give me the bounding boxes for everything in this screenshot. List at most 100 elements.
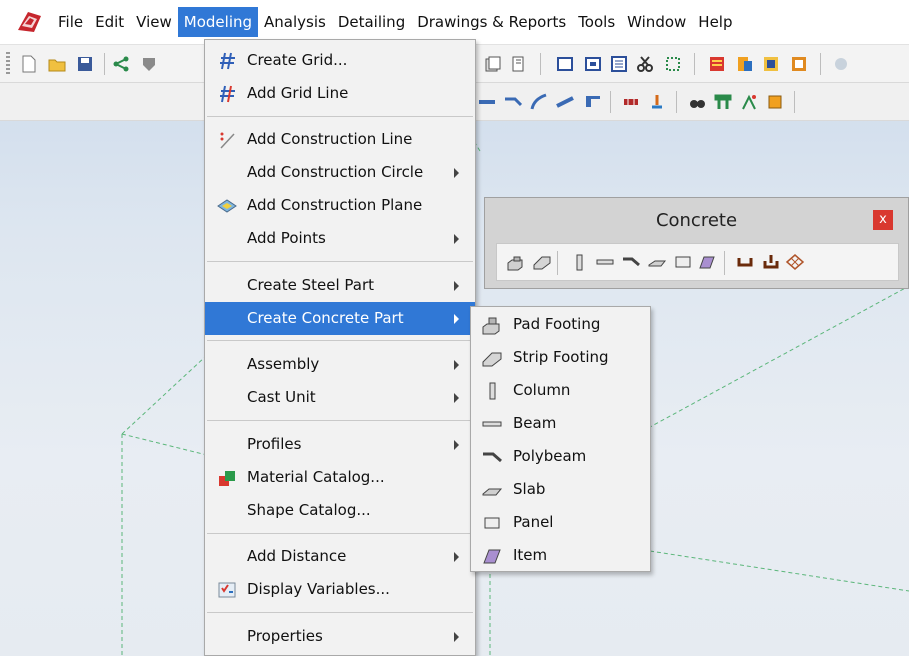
analysis-icon[interactable] <box>740 93 758 111</box>
slab-icon <box>482 488 503 496</box>
menu-item-add-construction-circle[interactable]: Add Construction Circle <box>205 156 475 189</box>
menu-modeling[interactable]: Modeling <box>177 7 259 37</box>
menu-item-create-steel-part[interactable]: Create Steel Part <box>205 269 475 302</box>
curved-beam-icon[interactable] <box>530 93 548 111</box>
submenu-arrow-icon <box>454 314 459 324</box>
menu-item-add-points[interactable]: Add Points <box>205 222 475 255</box>
menu-item-label: Add Construction Plane <box>247 196 423 214</box>
cut-icon[interactable] <box>636 55 654 73</box>
report-icon[interactable] <box>708 55 726 73</box>
template-icon[interactable] <box>762 55 780 73</box>
construction-line-icon <box>220 132 235 149</box>
toolbar-separator <box>820 53 821 75</box>
dialog-icon[interactable] <box>584 55 602 73</box>
open-folder-icon[interactable] <box>48 55 66 73</box>
drawing-icon[interactable] <box>510 55 528 73</box>
toolbar-grip[interactable] <box>6 52 10 76</box>
u-profile-icon[interactable] <box>735 253 755 271</box>
structure-icon[interactable] <box>714 93 732 111</box>
column-icon <box>489 382 496 400</box>
menu-item-properties[interactable]: Properties <box>205 620 475 653</box>
reinforcement-mesh-icon[interactable] <box>785 253 805 271</box>
beam-icon[interactable] <box>595 253 615 271</box>
menu-item-create-grid[interactable]: Create Grid... <box>205 44 475 77</box>
steel-beam-icon[interactable] <box>478 93 496 111</box>
submenu-item-label: Item <box>513 546 548 564</box>
copy-view-icon[interactable] <box>484 55 502 73</box>
twin-profile-icon[interactable] <box>584 93 602 111</box>
submenu-arrow-icon <box>454 440 459 450</box>
menu-item-label: Profiles <box>247 435 302 453</box>
menu-item-label: Properties <box>247 627 323 645</box>
submenu-item-beam[interactable]: Beam <box>471 407 650 440</box>
menu-drawings-reports[interactable]: Drawings & Reports <box>411 7 572 37</box>
publish-icon[interactable] <box>736 55 754 73</box>
share-icon[interactable] <box>112 55 130 73</box>
submenu-item-label: Panel <box>513 513 554 531</box>
menu-item-assembly[interactable]: Assembly <box>205 348 475 381</box>
menu-item-shape-catalog[interactable]: Shape Catalog... <box>205 494 475 527</box>
submenu-arrow-icon <box>454 360 459 370</box>
menu-view[interactable]: View <box>130 7 178 37</box>
submenu-item-item[interactable]: Item <box>471 539 650 572</box>
menu-help[interactable]: Help <box>692 7 738 37</box>
menu-detailing[interactable]: Detailing <box>332 7 411 37</box>
menu-item-label: Create Steel Part <box>247 276 375 294</box>
menu-file[interactable]: File <box>52 7 89 37</box>
bolt-icon[interactable] <box>622 93 640 111</box>
inquire-icon[interactable] <box>688 93 706 111</box>
submenu-arrow-icon <box>454 632 459 642</box>
object-icon[interactable] <box>766 93 784 111</box>
panel-icon[interactable] <box>673 253 693 271</box>
submenu-item-polybeam[interactable]: Polybeam <box>471 440 650 473</box>
app-logo-icon[interactable] <box>14 8 44 36</box>
construction-plane-icon <box>217 199 237 213</box>
submenu-item-label: Column <box>513 381 571 399</box>
material-catalog-icon <box>219 471 235 486</box>
submenu-item-slab[interactable]: Slab <box>471 473 650 506</box>
steel-polybeam-icon[interactable] <box>504 93 522 111</box>
close-button[interactable]: x <box>873 210 893 230</box>
submenu-item-panel[interactable]: Panel <box>471 506 650 539</box>
save-icon[interactable] <box>76 55 94 73</box>
menu-item-label: Add Grid Line <box>247 84 349 102</box>
submenu-item-label: Polybeam <box>513 447 587 465</box>
menu-item-add-distance[interactable]: Add Distance <box>205 540 475 573</box>
orthogonal-beam-icon[interactable] <box>556 93 574 111</box>
submenu-item-column[interactable]: Column <box>471 374 650 407</box>
menu-item-display-variables[interactable]: Display Variables... <box>205 573 475 606</box>
shield-icon[interactable] <box>140 55 158 73</box>
hook-icon[interactable] <box>761 253 781 271</box>
list-icon[interactable] <box>610 55 628 73</box>
pad-footing-icon[interactable] <box>506 253 526 271</box>
menu-item-cast-unit[interactable]: Cast Unit <box>205 381 475 414</box>
strip-footing-icon[interactable] <box>532 253 552 271</box>
menu-separator <box>207 612 473 613</box>
window-icon[interactable] <box>556 55 574 73</box>
column-icon[interactable] <box>569 253 589 271</box>
menu-item-material-catalog[interactable]: Material Catalog... <box>205 461 475 494</box>
new-file-icon[interactable] <box>20 55 38 73</box>
submenu-item-pad-footing[interactable]: Pad Footing <box>471 308 650 341</box>
menu-item-add-grid-line[interactable]: Add Grid Line <box>205 77 475 110</box>
menu-separator <box>207 533 473 534</box>
menu-item-add-construction-plane[interactable]: Add Construction Plane <box>205 189 475 222</box>
menu-item-profiles[interactable]: Profiles <box>205 428 475 461</box>
item-icon[interactable] <box>697 253 717 271</box>
slab-icon[interactable] <box>647 253 667 271</box>
polybeam-icon[interactable] <box>621 253 641 271</box>
menu-analysis[interactable]: Analysis <box>258 7 332 37</box>
panel-icon <box>484 517 500 529</box>
menu-edit[interactable]: Edit <box>89 7 130 37</box>
menu-window[interactable]: Window <box>621 7 692 37</box>
organizer-icon[interactable] <box>790 55 808 73</box>
menu-tools[interactable]: Tools <box>572 7 621 37</box>
submenu-item-label: Pad Footing <box>513 315 601 333</box>
menu-item-create-concrete-part[interactable]: Create Concrete Part <box>205 302 475 335</box>
menu-item-add-construction-line[interactable]: Add Construction Line <box>205 123 475 156</box>
select-area-icon[interactable] <box>664 55 682 73</box>
weld-icon[interactable] <box>648 93 666 111</box>
link-icon[interactable] <box>832 55 850 73</box>
strip-footing-icon <box>482 352 502 367</box>
submenu-item-strip-footing[interactable]: Strip Footing <box>471 341 650 374</box>
